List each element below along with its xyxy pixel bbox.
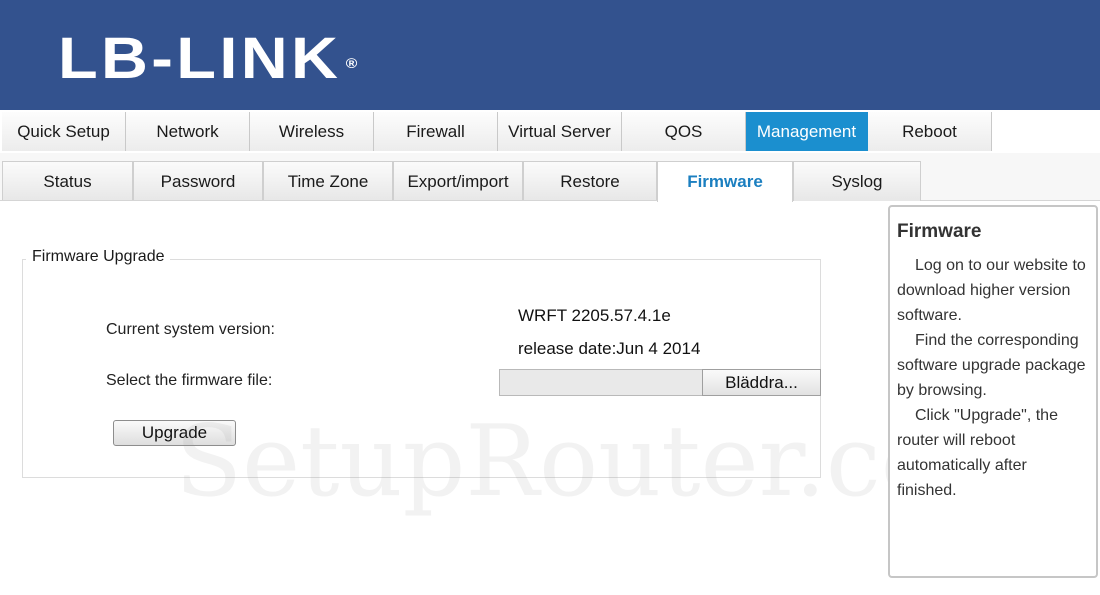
logo-text: LB-LINK: [58, 26, 342, 91]
help-title: Firmware: [897, 221, 982, 242]
main-tab-virtual-server[interactable]: Virtual Server: [498, 112, 622, 151]
main-tab-wireless[interactable]: Wireless: [250, 112, 374, 151]
sub-tab-time-zone[interactable]: Time Zone: [263, 161, 393, 201]
firmware-file-input[interactable]: [499, 369, 703, 396]
content-divider: [0, 200, 1100, 201]
main-tab-qos[interactable]: QOS: [622, 112, 746, 151]
main-tab-management[interactable]: Management: [746, 112, 868, 151]
sub-tab-export-import[interactable]: Export/import: [393, 161, 523, 201]
sub-tab-firmware[interactable]: Firmware: [657, 161, 793, 202]
help-paragraph: Find the corresponding software upgrade …: [897, 332, 1086, 399]
current-version-label: Current system version:: [106, 321, 275, 338]
sub-tab-status[interactable]: Status: [2, 161, 133, 201]
main-tab-quick-setup[interactable]: Quick Setup: [2, 112, 126, 151]
help-panel: Firmware Log on to our website to downlo…: [888, 205, 1098, 578]
main-tab-firewall[interactable]: Firewall: [374, 112, 498, 151]
version-value: WRFT 2205.57.4.1e: [518, 306, 671, 325]
help-paragraph: Log on to our website to download higher…: [897, 257, 1086, 324]
registered-mark: ®: [345, 55, 358, 71]
main-tab-network[interactable]: Network: [126, 112, 250, 151]
sub-tab-password[interactable]: Password: [133, 161, 263, 201]
release-date-value: release date:Jun 4 2014: [518, 339, 701, 358]
help-paragraph: Click "Upgrade", the router will reboot …: [897, 407, 1058, 499]
header-bar: LB-LINK ®: [0, 0, 1100, 110]
select-file-label: Select the firmware file:: [106, 372, 273, 389]
sub-tab-restore[interactable]: Restore: [523, 161, 657, 201]
lb-link-logo: LB-LINK ®: [58, 30, 357, 88]
firmware-upgrade-legend: Firmware Upgrade: [26, 248, 171, 266]
browse-button[interactable]: Bläddra...: [702, 369, 821, 396]
sub-tab-syslog[interactable]: Syslog: [793, 161, 921, 201]
main-tab-reboot[interactable]: Reboot: [868, 112, 992, 151]
